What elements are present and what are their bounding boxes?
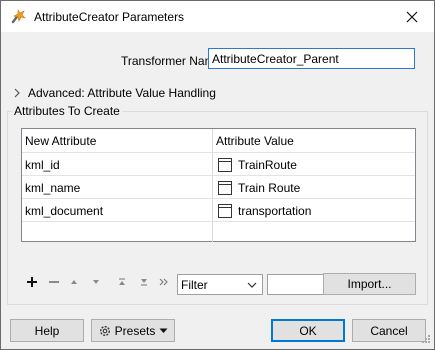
move-bottom-icon — [141, 279, 147, 286]
minus-icon — [49, 281, 59, 283]
column-header-attribute-value[interactable]: Attribute Value — [213, 129, 415, 153]
attribute-value-cell[interactable]: TrainRoute — [213, 153, 415, 176]
table-row[interactable]: kml_id TrainRoute — [22, 152, 415, 176]
add-row-button[interactable] — [23, 271, 41, 293]
move-top-icon — [119, 278, 125, 285]
attribute-value-cell[interactable]: transportation — [213, 199, 415, 222]
advanced-attribute-value-handling-toggle[interactable]: Advanced: Attribute Value Handling — [12, 86, 216, 100]
title-bar: AttributeCreator Parameters — [1, 1, 434, 32]
new-attribute-cell[interactable]: kml_name — [22, 176, 213, 199]
presets-button[interactable]: Presets — [91, 319, 175, 342]
attribute-value-text: TrainRoute — [238, 157, 297, 172]
attribute-value-text: Train Route — [238, 180, 301, 195]
attribute-value-cell[interactable]: Train Route — [213, 176, 415, 199]
text-value-icon[interactable] — [218, 203, 232, 218]
attribute-value-cell-empty[interactable] — [213, 222, 415, 242]
caret-down-icon — [159, 328, 168, 333]
fme-transformer-icon — [9, 7, 27, 25]
remove-row-button[interactable] — [45, 271, 63, 293]
move-up-icon — [71, 280, 77, 284]
text-value-icon[interactable] — [218, 180, 232, 195]
import-button[interactable]: Import... — [323, 273, 416, 295]
advanced-label: Advanced: Attribute Value Handling — [28, 86, 216, 100]
close-icon — [406, 11, 418, 22]
plus-icon — [27, 277, 37, 287]
attribute-value-text: transportation — [238, 203, 312, 218]
cancel-button[interactable]: Cancel — [352, 319, 426, 342]
attributecreator-parameters-dialog: AttributeCreator Parameters Transformer … — [0, 0, 435, 350]
new-attribute-cell[interactable]: kml_document — [22, 199, 213, 222]
more-icon — [159, 278, 168, 286]
move-up-button[interactable] — [65, 271, 83, 293]
new-attribute-cell[interactable]: kml_id — [22, 153, 213, 176]
move-top-button[interactable] — [113, 271, 131, 293]
close-button[interactable] — [390, 1, 434, 32]
group-label: Attributes To Create — [12, 104, 122, 118]
transformer-name-input[interactable] — [208, 48, 415, 69]
help-button[interactable]: Help — [10, 319, 84, 342]
table-row-empty[interactable] — [22, 221, 415, 242]
filter-dropdown[interactable]: Filter — [177, 274, 263, 295]
table-header: New Attribute Attribute Value — [22, 129, 415, 153]
resize-grip-icon[interactable] — [420, 335, 431, 346]
table-row[interactable]: kml_name Train Route — [22, 175, 415, 199]
chevron-right-icon — [14, 88, 20, 98]
gear-icon — [99, 325, 110, 336]
attributes-table: New Attribute Attribute Value kml_id Tra… — [21, 128, 416, 242]
presets-label: Presets — [114, 323, 156, 338]
column-header-new-attribute[interactable]: New Attribute — [22, 129, 213, 153]
more-button[interactable] — [155, 271, 173, 293]
move-bottom-button[interactable] — [135, 271, 153, 293]
filter-dropdown-value: Filter — [181, 277, 208, 292]
window-title: AttributeCreator Parameters — [34, 10, 185, 24]
ok-button[interactable]: OK — [271, 319, 345, 342]
chevron-down-icon — [247, 282, 257, 288]
table-row[interactable]: kml_document transportation — [22, 198, 415, 222]
move-down-icon — [93, 280, 99, 284]
move-down-button[interactable] — [87, 271, 105, 293]
new-attribute-cell-empty[interactable] — [22, 222, 213, 242]
text-value-icon[interactable] — [218, 157, 232, 172]
